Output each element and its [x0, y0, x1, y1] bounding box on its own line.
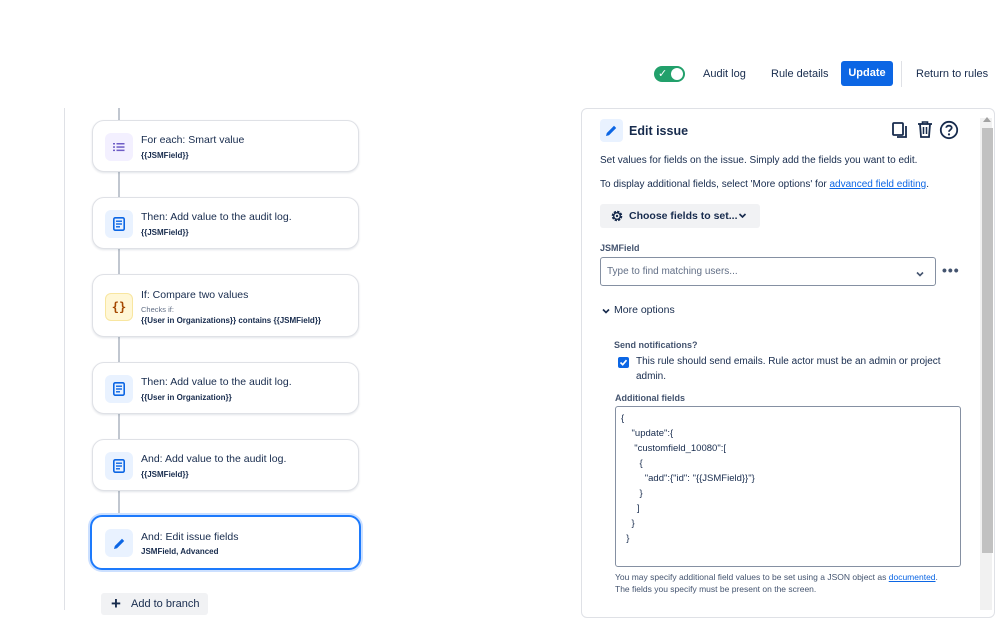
documented-link[interactable]: documented	[889, 572, 936, 582]
audit-log-button[interactable]: Audit log	[703, 66, 746, 82]
gear-icon	[610, 209, 624, 226]
rule-component-card[interactable]: And: Add value to the audit log. {{JSMFi…	[92, 439, 359, 491]
card-subtitle: JSMField, Advanced	[141, 547, 219, 556]
card-subtitle: {{User in Organizations}} contains {{JSM…	[141, 316, 322, 325]
document-icon	[105, 210, 133, 238]
jsmfield-label: JSMField	[600, 243, 640, 253]
card-title: If: Compare two values	[141, 289, 249, 301]
additional-fields-json-editor[interactable]: { "update":{ "customfield_10080":[ { "ad…	[615, 406, 961, 567]
flow-connector	[118, 108, 120, 120]
rule-component-card[interactable]: {} If: Compare two values Checks if: {{U…	[92, 274, 359, 337]
additional-fields-help: You may specify additional field values …	[615, 572, 938, 582]
help-suffix: .	[935, 572, 938, 582]
send-notifications-text: This rule should send emails. Rule actor…	[636, 356, 941, 367]
add-to-branch-button[interactable]: + Add to branch	[101, 593, 208, 615]
add-to-branch-label: Add to branch	[131, 598, 200, 610]
document-icon	[105, 375, 133, 403]
desc-prefix: To display additional fields, select 'Mo…	[600, 179, 830, 190]
scrollbar-thumb[interactable]	[982, 128, 993, 553]
flow-connector	[118, 249, 120, 274]
jsmfield-user-select[interactable]: Type to find matching users...	[600, 257, 936, 286]
rule-details-button[interactable]: Rule details	[771, 66, 828, 82]
return-to-rules-button[interactable]: Return to rules	[916, 66, 988, 82]
panel-title: Edit issue	[629, 124, 689, 138]
card-title: For each: Smart value	[141, 134, 245, 146]
list-icon	[105, 133, 133, 161]
plus-icon: +	[111, 594, 121, 613]
more-actions-icon[interactable]: •••	[942, 262, 960, 278]
send-notifications-text-cont: admin.	[636, 371, 667, 382]
flow-connector	[118, 491, 120, 515]
flow-connector	[118, 172, 120, 197]
chevron-down-icon	[602, 306, 610, 318]
braces-icon: {}	[105, 293, 133, 321]
additional-fields-label: Additional fields	[615, 393, 686, 403]
choose-fields-label: Choose fields to set...	[629, 210, 738, 222]
help-icon[interactable]	[939, 120, 959, 140]
more-options-label: More options	[614, 304, 675, 316]
send-notifications-label: Send notifications?	[614, 340, 698, 350]
pencil-icon	[600, 119, 623, 142]
panel-description-advanced: To display additional fields, select 'Mo…	[600, 179, 929, 190]
card-title: Then: Add value to the audit log.	[141, 211, 292, 223]
check-icon: ✓	[658, 67, 668, 80]
panel-description: Set values for fields on the issue. Simp…	[600, 155, 918, 166]
card-title: And: Edit issue fields	[141, 531, 239, 543]
card-title: And: Add value to the audit log.	[141, 453, 287, 465]
toolbar-divider	[901, 61, 902, 87]
flow-rail	[64, 108, 65, 610]
chevron-down-icon	[738, 211, 747, 223]
pencil-icon	[105, 529, 133, 557]
card-subtitle: {{JSMField}}	[141, 151, 189, 160]
duplicate-icon[interactable]	[891, 121, 909, 139]
update-button[interactable]: Update	[841, 61, 893, 86]
advanced-field-editing-link[interactable]: advanced field editing	[830, 179, 927, 190]
chevron-down-icon	[915, 266, 925, 284]
card-caption: Checks if:	[141, 305, 174, 314]
check-icon	[619, 359, 628, 366]
rule-enabled-toggle[interactable]: ✓	[654, 66, 685, 82]
additional-fields-help-2: The fields you specify must be present o…	[615, 584, 817, 594]
card-subtitle: {{User in Organization}}	[141, 393, 232, 402]
desc-suffix: .	[926, 179, 930, 190]
rule-component-card[interactable]: Then: Add value to the audit log. {{JSMF…	[92, 197, 359, 249]
scroll-up-arrow-icon[interactable]	[983, 117, 991, 122]
card-title: Then: Add value to the audit log.	[141, 376, 292, 388]
send-notifications-checkbox[interactable]	[618, 357, 629, 368]
trash-icon[interactable]	[916, 120, 934, 139]
card-subtitle: {{JSMField}}	[141, 470, 189, 479]
flow-connector	[118, 337, 120, 362]
toggle-knob	[671, 68, 683, 80]
flow-connector	[118, 414, 120, 439]
rule-component-card-selected[interactable]: And: Edit issue fields JSMField, Advance…	[90, 515, 361, 570]
top-toolbar: ✓ Audit log Rule details Update Return t…	[0, 58, 999, 90]
document-icon	[105, 452, 133, 480]
rule-component-card[interactable]: Then: Add value to the audit log. {{User…	[92, 362, 359, 414]
jsmfield-placeholder: Type to find matching users...	[607, 266, 738, 277]
help-prefix: You may specify additional field values …	[615, 572, 889, 582]
rule-component-card[interactable]: For each: Smart value {{JSMField}}	[92, 120, 359, 172]
json-content: { "update":{ "customfield_10080":[ { "ad…	[621, 413, 755, 544]
card-subtitle: {{JSMField}}	[141, 228, 189, 237]
choose-fields-button[interactable]: Choose fields to set...	[600, 204, 760, 228]
